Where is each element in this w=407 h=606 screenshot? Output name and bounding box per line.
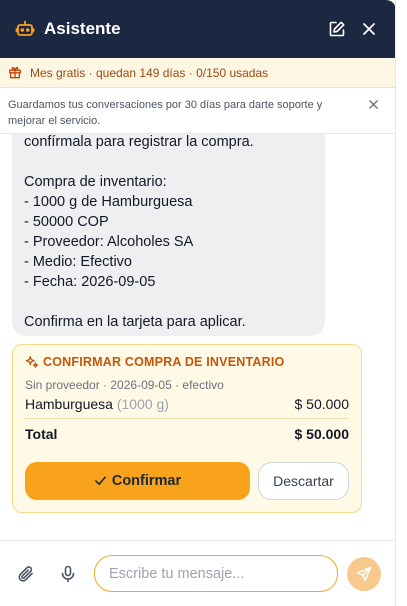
message-line: - 1000 g de Hamburguesa <box>24 194 193 210</box>
message-input[interactable] <box>94 555 338 592</box>
notice-text: Guardamos tus conversaciones por 30 días… <box>8 99 323 127</box>
sparkles-icon <box>25 355 39 369</box>
gift-icon <box>8 65 24 81</box>
message-line: Confirma en la tarjeta para aplicar. <box>24 314 246 330</box>
message-line: - Proveedor: Alcoholes SA <box>24 234 194 250</box>
message-line: - Medio: Efectivo <box>24 254 132 270</box>
card-actions: Confirmar Descartar <box>25 462 349 500</box>
retention-notice: Guardamos tus conversaciones por 30 días… <box>0 88 395 134</box>
purchase-confirmation-card: CONFIRMAR COMPRA DE INVENTARIO Sin prove… <box>12 344 362 513</box>
paperclip-icon <box>18 565 33 582</box>
item-name: Hamburguesa <box>25 396 113 412</box>
message-line <box>24 292 313 312</box>
line-item-row: Hamburguesa (1000 g) $ 50.000 <box>25 396 349 419</box>
discard-button[interactable]: Descartar <box>258 462 349 500</box>
attach-button[interactable] <box>12 560 40 588</box>
total-amount: $ 50.000 <box>294 426 350 442</box>
card-title: CONFIRMAR COMPRA DE INVENTARIO <box>25 355 349 369</box>
send-icon <box>356 566 372 581</box>
check-icon <box>94 474 108 488</box>
item-amount: $ 50.000 <box>294 396 350 412</box>
microphone-icon <box>61 565 75 582</box>
assistant-message-bubble: confírmala para registrar la compra. Com… <box>12 134 325 336</box>
total-row: Total $ 50.000 <box>25 426 349 442</box>
new-chat-button[interactable] <box>324 16 350 42</box>
trial-banner: Mes gratis · quedan 149 días · 0/150 usa… <box>0 58 395 88</box>
send-button[interactable] <box>347 556 381 591</box>
item-quantity: (1000 g) <box>116 396 169 412</box>
assistant-header: Asistente <box>0 0 395 58</box>
card-title-text: CONFIRMAR COMPRA DE INVENTARIO <box>43 355 285 369</box>
close-panel-button[interactable] <box>356 16 382 42</box>
assistant-title: Asistente <box>44 19 121 38</box>
message-line: - 50000 COP <box>24 214 109 230</box>
robot-icon <box>14 18 36 40</box>
message-list[interactable]: confírmala para registrar la compra. Com… <box>0 134 395 540</box>
confirm-label: Confirmar <box>111 473 182 489</box>
dismiss-notice-button[interactable] <box>368 99 382 113</box>
voice-button[interactable] <box>54 560 82 588</box>
close-icon <box>369 100 378 109</box>
confirm-button[interactable]: Confirmar <box>25 462 250 500</box>
message-line: Compra de inventario: <box>24 174 167 190</box>
message-line <box>24 152 313 172</box>
assistant-panel: Asistente Mes gratis · quedan 149 días · <box>0 0 396 606</box>
message-line: confírmala para registrar la compra. <box>24 134 254 150</box>
message-line: - Fecha: 2026-09-05 <box>24 274 156 290</box>
card-meta: Sin proveedor · 2026-09-05 · efectivo <box>25 378 224 392</box>
total-label: Total <box>25 426 58 442</box>
close-icon <box>363 23 375 35</box>
edit-icon <box>329 21 345 37</box>
message-composer <box>0 540 395 606</box>
trial-text: Mes gratis · quedan 149 días · 0/150 usa… <box>30 65 269 80</box>
